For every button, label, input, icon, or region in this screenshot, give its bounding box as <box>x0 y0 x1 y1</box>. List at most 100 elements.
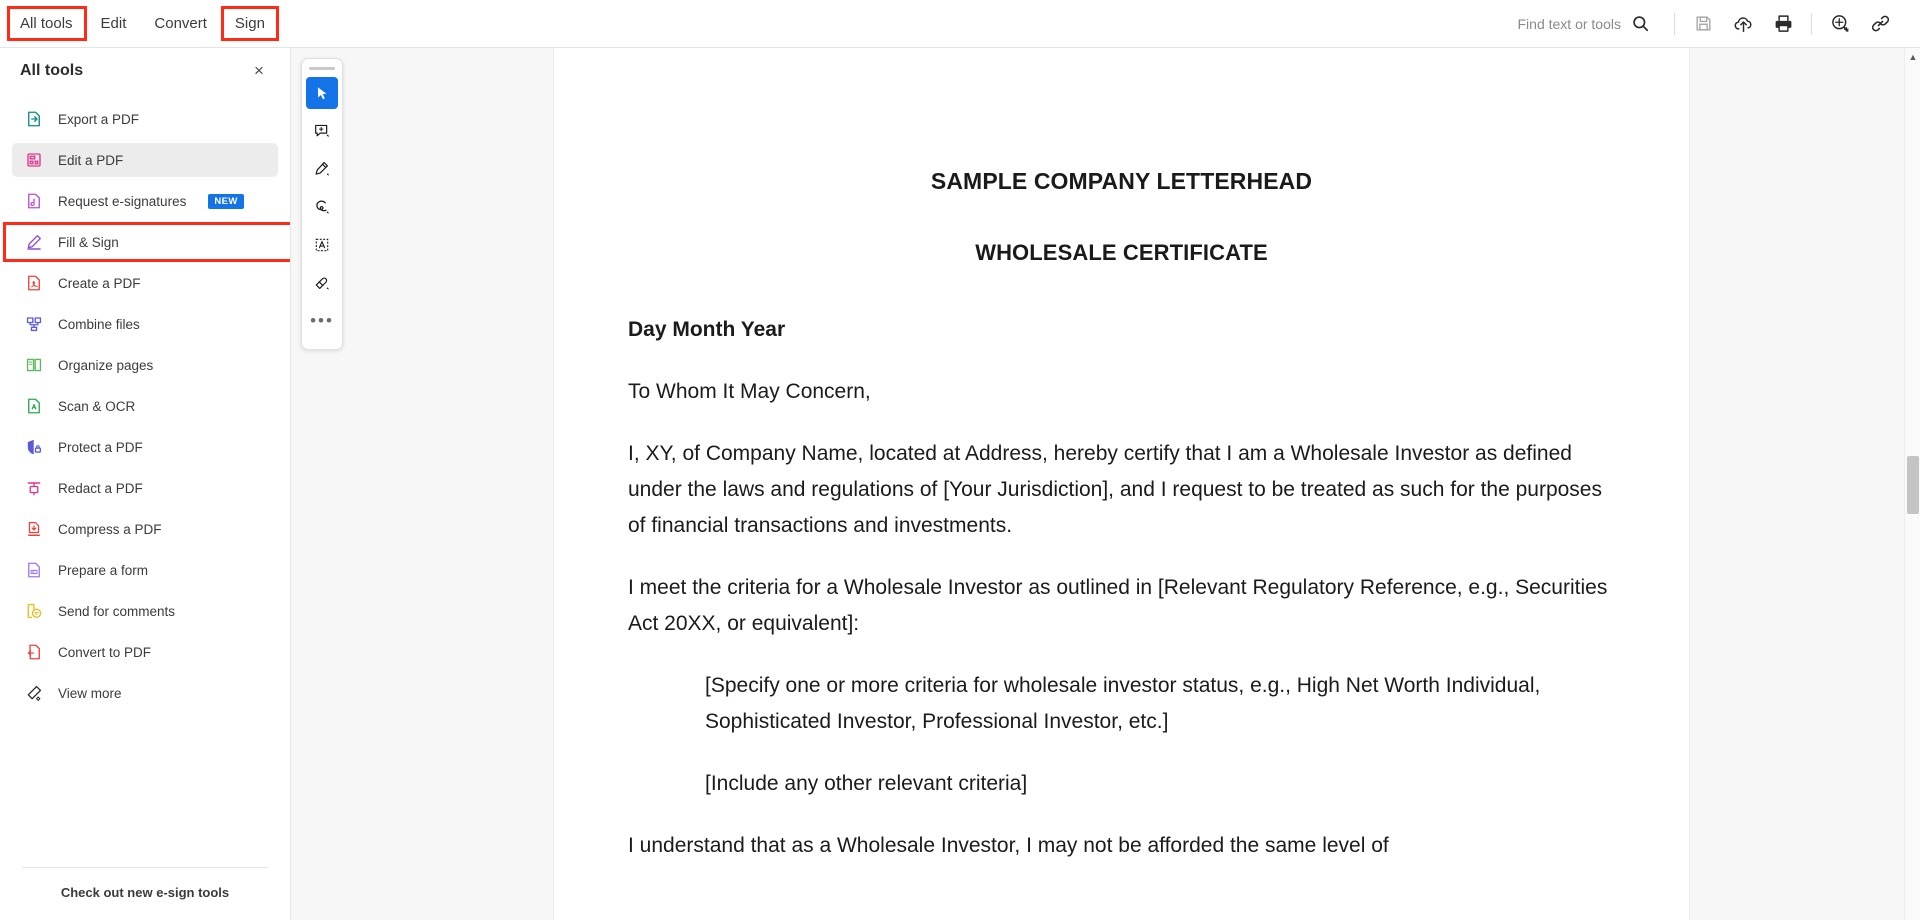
send-comments-icon <box>24 601 44 621</box>
annotation-toolbar: ••• <box>301 58 343 350</box>
document-criteria-2: [Include any other relevant criteria] <box>705 772 1028 795</box>
search-icon <box>1631 14 1650 33</box>
sidebar-item-protect-a-pdf[interactable]: Protect a PDF <box>12 430 278 464</box>
sidebar-item-label: Fill & Sign <box>58 234 119 250</box>
scrollbar-track[interactable] <box>1905 66 1920 920</box>
sidebar-item-prepare-a-form[interactable]: Prepare a form <box>12 553 278 587</box>
sidebar-item-request-e-signatures[interactable]: Request e-signatures NEW <box>12 184 278 218</box>
tab-all-tools-label: All tools <box>20 15 73 32</box>
close-icon[interactable]: × <box>246 58 272 84</box>
share-link-button[interactable] <box>1860 4 1900 44</box>
comment-bubble-icon <box>313 122 331 140</box>
upload-to-cloud-button[interactable] <box>1723 4 1763 44</box>
tab-sign-label: Sign <box>234 15 265 32</box>
sidebar-item-send-for-comments[interactable]: Send for comments <box>12 594 278 628</box>
convert-to-pdf-icon <box>24 642 44 662</box>
add-stamp-button[interactable] <box>1820 4 1860 44</box>
all-tools-sidebar: All tools × Export a PDF Edit a PDF Requ… <box>0 48 291 920</box>
sidebar-item-convert-to-pdf[interactable]: Convert to PDF <box>12 635 278 669</box>
sidebar-title: All tools <box>20 62 84 79</box>
tab-edit[interactable]: Edit <box>87 9 141 38</box>
export-pdf-icon <box>24 109 44 129</box>
sidebar-item-label: Request e-signatures <box>58 193 187 209</box>
sidebar-item-scan-and-ocr[interactable]: Scan & OCR <box>12 389 278 423</box>
status-badge-new: NEW <box>208 193 244 209</box>
create-pdf-icon <box>24 273 44 293</box>
cursor-arrow-icon <box>314 85 331 102</box>
top-toolbar-actions: Find text or tools <box>1518 0 1920 48</box>
fill-sign-icon <box>24 232 44 252</box>
top-nav: All tools Edit Convert Sign <box>0 0 279 48</box>
sidebar-item-label: Export a PDF <box>58 111 140 127</box>
document-viewer: ••• SAMPLE COMPANY LETTERHEAD WHOLESALE … <box>291 48 1904 920</box>
sidebar-item-label: Send for comments <box>58 603 176 619</box>
document-paragraph-3: I understand that as a Wholesale Investo… <box>628 834 1389 857</box>
print-icon <box>1773 13 1794 34</box>
sidebar-item-label: Scan & OCR <box>58 398 136 414</box>
sidebar-item-combine-files[interactable]: Combine files <box>12 307 278 341</box>
sidebar-header: All tools × <box>0 48 290 94</box>
print-button[interactable] <box>1763 4 1803 44</box>
highlighter-pen-icon <box>313 160 331 178</box>
sidebar-item-export-a-pdf[interactable]: Export a PDF <box>12 102 278 136</box>
highlight-tool-button[interactable] <box>306 153 338 185</box>
sidebar-item-compress-a-pdf[interactable]: Compress a PDF <box>12 512 278 546</box>
sidebar-item-label: Organize pages <box>58 357 154 373</box>
sidebar-item-edit-a-pdf[interactable]: Edit a PDF <box>12 143 278 177</box>
save-icon <box>1694 14 1713 33</box>
sidebar-item-label: Compress a PDF <box>58 521 162 537</box>
toolbar-drag-handle[interactable] <box>309 67 335 70</box>
stamp-eraser-icon <box>313 274 331 292</box>
text-box-icon <box>313 236 331 254</box>
request-esign-icon <box>24 191 44 211</box>
sidebar-item-label: Combine files <box>58 316 140 332</box>
sidebar-item-label: Edit a PDF <box>58 152 124 168</box>
upload-cloud-icon <box>1733 13 1754 34</box>
view-more-icon <box>24 683 44 703</box>
sidebar-item-organize-pages[interactable]: Organize pages <box>12 348 278 382</box>
scrollbar-thumb[interactable] <box>1907 456 1919 514</box>
check-out-esign-tools-link[interactable]: Check out new e-sign tools <box>61 885 229 900</box>
tab-sign[interactable]: Sign <box>220 6 279 41</box>
toolbar-divider-2 <box>1811 12 1812 35</box>
add-comment-tool-button[interactable] <box>306 115 338 147</box>
select-tool-button[interactable] <box>306 77 338 109</box>
organize-pages-icon <box>24 355 44 375</box>
sidebar-item-view-more[interactable]: View more <box>12 676 278 710</box>
stamp-tool-button[interactable] <box>306 267 338 299</box>
document-paragraph-2: I meet the criteria for a Wholesale Inve… <box>628 576 1608 635</box>
redact-pdf-icon <box>24 478 44 498</box>
compress-pdf-icon <box>24 519 44 539</box>
sidebar-item-fill-and-sign[interactable]: Fill & Sign <box>3 222 290 262</box>
document-subtitle: WHOLESALE CERTIFICATE <box>975 240 1268 265</box>
protect-pdf-icon <box>24 437 44 457</box>
tab-all-tools[interactable]: All tools <box>6 6 87 41</box>
tab-edit-label: Edit <box>100 15 127 32</box>
save-button[interactable] <box>1683 4 1723 44</box>
combine-files-icon <box>24 314 44 334</box>
share-link-icon <box>1870 13 1891 34</box>
prepare-form-icon <box>24 560 44 580</box>
add-text-tool-button[interactable] <box>306 229 338 261</box>
draw-tool-button[interactable] <box>306 191 338 223</box>
find-label: Find text or tools <box>1517 15 1622 32</box>
edit-pdf-icon <box>24 150 44 170</box>
scroll-up-icon[interactable]: ▲ <box>1905 48 1920 66</box>
sidebar-item-label: Convert to PDF <box>58 644 152 660</box>
scan-ocr-icon <box>24 396 44 416</box>
document-paragraph-1: I, XY, of Company Name, located at Addre… <box>628 442 1602 537</box>
sidebar-item-create-a-pdf[interactable]: Create a PDF <box>12 266 278 300</box>
tab-convert[interactable]: Convert <box>140 9 221 38</box>
more-tools-button[interactable]: ••• <box>306 305 338 337</box>
find-text-or-tools-button[interactable]: Find text or tools <box>1518 14 1651 33</box>
tool-list: Export a PDF Edit a PDF Request e-signat… <box>0 94 290 867</box>
sidebar-item-redact-a-pdf[interactable]: Redact a PDF <box>12 471 278 505</box>
toolbar-divider-1 <box>1674 12 1675 35</box>
freehand-draw-icon <box>313 198 331 216</box>
vertical-scrollbar[interactable]: ▲ <box>1904 48 1920 920</box>
add-stamp-icon <box>1830 13 1851 34</box>
sidebar-item-label: Prepare a form <box>58 562 149 578</box>
document-title: SAMPLE COMPANY LETTERHEAD <box>930 168 1313 194</box>
sidebar-item-label: Protect a PDF <box>58 439 143 455</box>
sidebar-item-label: Create a PDF <box>58 275 141 291</box>
